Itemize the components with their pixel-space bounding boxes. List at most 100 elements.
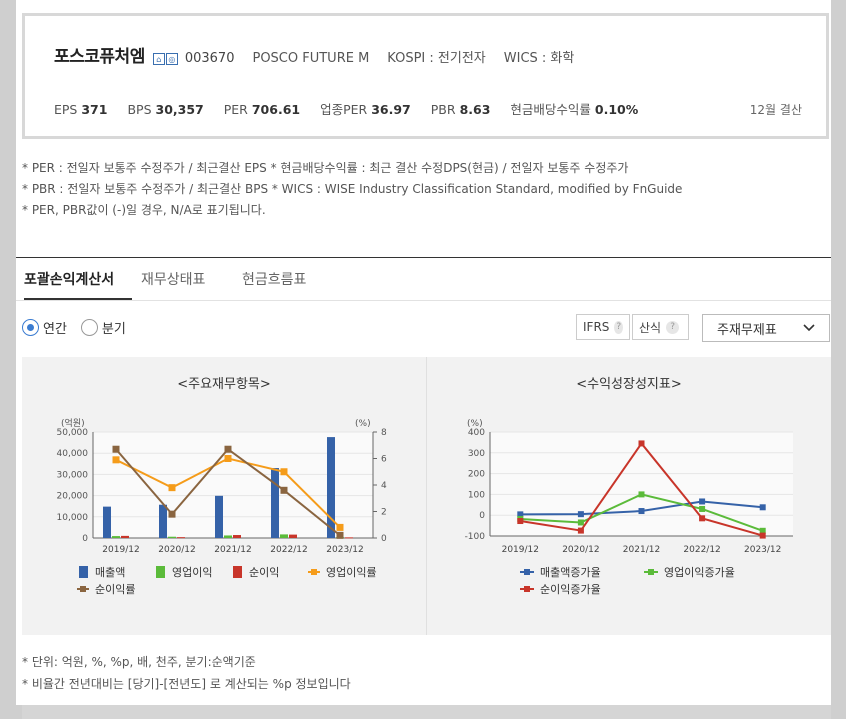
bar-매출액 xyxy=(103,506,111,538)
y-tick-label: 200 xyxy=(468,470,485,480)
home-icon[interactable]: ⌂ xyxy=(152,52,165,65)
x-tick-label: 2019/12 xyxy=(102,545,139,555)
main-financials-chart: <주요재무항목> 0 10,000 20,000 30,000 40,000 50,000 0… xyxy=(57,377,388,596)
bar-매출액 xyxy=(159,504,167,538)
metric-dividend-yield: 현금배당수익률 0.10% xyxy=(510,102,639,117)
point-순이익증가율 xyxy=(699,515,706,522)
select-value: 주재무제표 xyxy=(717,322,777,338)
statement-tabs: 포괄손익계산서 재무상태표 현금흐름표 xyxy=(16,257,831,301)
help-icon[interactable]: ? xyxy=(666,320,680,334)
metric-pbr: PBR 8.63 xyxy=(430,102,491,117)
y2-unit-label: (%) xyxy=(355,419,371,429)
tab-cash-flow[interactable]: 현금흐름표 xyxy=(242,269,306,289)
point-영업이익증가율 xyxy=(577,519,584,526)
point-매출액증가율 xyxy=(577,511,584,518)
point-순이익증가율 xyxy=(517,518,524,525)
legend-label: 순이익 xyxy=(249,566,279,579)
point-순이익증가율 xyxy=(577,527,584,534)
legend-label: 매출액증가율 xyxy=(540,566,601,579)
bar-매출액 xyxy=(215,495,223,538)
point-매출액증가율 xyxy=(759,504,766,511)
footnote-line: * 단위: 억원, %, %p, 배, 천주, 분기:순액기준 xyxy=(22,655,256,669)
y-tick-label: 20,000 xyxy=(57,492,89,502)
company-summary-box xyxy=(22,13,829,139)
x-tick-label: 2023/12 xyxy=(744,545,781,555)
y2-tick-label: 8 xyxy=(381,428,387,438)
legend-swatch xyxy=(156,566,165,578)
point-영업이익률 xyxy=(336,523,344,531)
legend-label: 영업이익 xyxy=(172,566,212,579)
point-영업이익률 xyxy=(168,484,176,492)
y-tick-label: 400 xyxy=(468,428,485,438)
company-name: 포스코퓨처엠 xyxy=(54,47,145,67)
legend-swatch xyxy=(233,566,242,578)
metric-bps: BPS 30,357 xyxy=(127,102,204,117)
tab-balance-sheet[interactable]: 재무상태표 xyxy=(141,269,205,289)
x-tick-label: 2019/12 xyxy=(502,545,539,555)
y-tick-label: 0 xyxy=(479,511,485,521)
point-순이익증가율 xyxy=(759,532,766,539)
legend-label: 영업이익률 xyxy=(326,566,377,579)
legend-label: 영업이익증가율 xyxy=(664,566,735,579)
company-badges: ⌂ ◎ xyxy=(152,51,179,66)
y2-tick-label: 4 xyxy=(381,481,387,491)
y2-tick-label: 0 xyxy=(381,534,387,544)
y-tick-label: 40,000 xyxy=(57,449,89,459)
ifrs-button[interactable]: IFRS? xyxy=(576,314,630,340)
legend-label: 순이익률 xyxy=(95,583,135,596)
tab-income-statement[interactable]: 포괄손익계산서 xyxy=(24,269,114,289)
active-tab-indicator xyxy=(24,298,132,300)
bar-순이익 xyxy=(177,537,185,539)
period-toggle: 연간 분기 xyxy=(22,318,140,337)
point-순이익률 xyxy=(280,486,288,494)
formula-button[interactable]: 산식? xyxy=(632,314,689,340)
chart-title: <수익성장성지표> xyxy=(576,377,682,392)
legend-swatch xyxy=(79,566,88,578)
y-unit-label: (억원) xyxy=(61,417,85,429)
point-영업이익증가율 xyxy=(699,505,706,512)
y-tick-label: 30,000 xyxy=(57,470,89,480)
annual-label[interactable]: 연간 xyxy=(43,318,67,337)
y2-tick-label: 6 xyxy=(381,455,387,465)
legend-marker xyxy=(524,586,530,592)
help-icon[interactable]: ? xyxy=(614,320,623,334)
x-tick-label: 2022/12 xyxy=(683,545,720,555)
bar-매출액 xyxy=(271,468,279,538)
legend-label: 매출액 xyxy=(95,566,125,579)
x-tick-label: 2020/12 xyxy=(562,545,599,555)
note-line: * PER, PBR값이 (-)일 경우, N/A로 표기됩니다. xyxy=(22,203,266,217)
metric-eps: EPS 371 xyxy=(54,102,108,117)
company-title-row: 포스코퓨처엠 ⌂ ◎ 003670 POSCO FUTURE M KOSPI : … xyxy=(54,42,574,67)
point-순이익률 xyxy=(112,445,120,453)
legend-marker xyxy=(311,569,317,575)
x-tick-label: 2022/12 xyxy=(270,545,307,555)
wics-info: WICS : 화학 xyxy=(503,51,575,66)
quarter-label[interactable]: 분기 xyxy=(102,318,126,337)
x-tick-label: 2021/12 xyxy=(623,545,660,555)
legend-marker xyxy=(648,569,654,575)
metric-per: PER 706.61 xyxy=(223,102,301,117)
quarter-radio[interactable] xyxy=(80,319,98,336)
bar-영업이익 xyxy=(224,535,232,538)
chevron-down-icon xyxy=(803,324,815,332)
english-name: POSCO FUTURE M xyxy=(252,51,370,66)
market-info: KOSPI : 전기전자 xyxy=(387,51,486,66)
statement-type-select[interactable]: 주재무제표 xyxy=(702,314,830,342)
footnote-line: * 비율간 전년대비는 [당기]-[전년도] 로 계산되는 %p 정보입니다 xyxy=(22,677,351,691)
legend-marker xyxy=(80,586,86,592)
bar-순이익 xyxy=(233,535,241,538)
legend-label: 순이익증가율 xyxy=(540,583,601,596)
ir-icon[interactable]: ◎ xyxy=(165,52,178,65)
bar-영업이익 xyxy=(280,534,288,538)
metric-notes: * PER : 전일자 보통주 수정주가 / 최근결산 EPS * 현금배당수익… xyxy=(22,158,682,221)
y-tick-label: -100 xyxy=(465,532,486,542)
metric-industry-per: 업종PER 36.97 xyxy=(320,102,411,117)
point-영업이익증가율 xyxy=(638,491,645,498)
unit-footnotes: * 단위: 억원, %, %p, 배, 천주, 분기:순액기준 * 비율간 전년… xyxy=(22,651,351,695)
annual-radio[interactable] xyxy=(22,319,39,336)
bar-영업이익 xyxy=(168,536,176,538)
growth-indicators-chart: <수익성장성지표> -100 0 100 200 300 400(%) 2019/12 2020… xyxy=(465,377,793,596)
point-매출액증가율 xyxy=(699,498,706,505)
x-tick-label: 2023/12 xyxy=(326,545,363,555)
y-unit-label: (%) xyxy=(467,419,483,429)
